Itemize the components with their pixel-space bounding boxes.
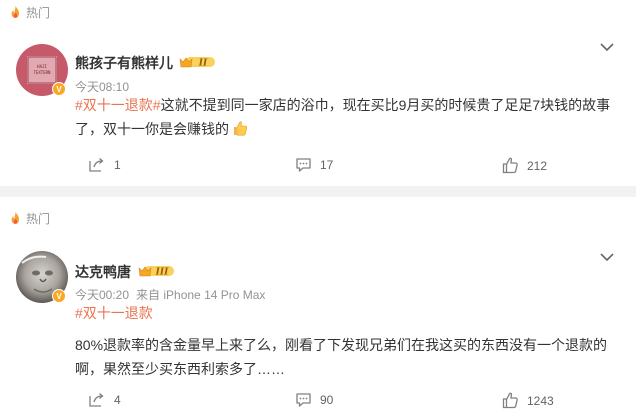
repost-count: 4 xyxy=(114,393,121,407)
avatar-text-line2: TEXTERN xyxy=(34,70,51,75)
comment-count: 90 xyxy=(320,393,334,407)
comment-icon xyxy=(296,158,311,172)
avatar-text-line1: HAJI xyxy=(37,64,47,69)
post-time[interactable]: 今天08:10 xyxy=(75,80,129,94)
like-icon xyxy=(502,157,518,174)
repost-button[interactable]: 1 xyxy=(88,157,121,173)
hot-label: 热门 xyxy=(26,5,51,20)
verified-badge: V xyxy=(52,289,66,303)
comment-icon xyxy=(296,393,311,407)
username[interactable]: 熊孩子有熊样儿 xyxy=(75,53,173,73)
level-badge-icon: II xyxy=(179,57,215,69)
post-body: 80%退款率的含金量早上来了么，刚看了下发现兄弟们在我这买的东西没有一个退款的啊… xyxy=(75,337,608,377)
post-card: 热门 V 达克鸭唐 III 今天00:20 来自 iPhone 14 Pro M… xyxy=(0,197,636,420)
verified-badge: V xyxy=(52,82,66,96)
like-icon xyxy=(502,392,518,409)
hot-tag: 热门 xyxy=(8,2,50,22)
post-text: #双十一退款 80%退款率的含金量早上来了么，刚看了下发现兄弟们在我这买的东西没… xyxy=(75,301,620,381)
comment-count: 17 xyxy=(320,158,334,172)
comment-button[interactable]: 17 xyxy=(295,157,333,173)
thumbs-up-emoji-icon xyxy=(232,120,248,144)
post-card: 热门 HAJI TEXTERN V 熊孩子有熊样儿 II 今天08:10 #双十… xyxy=(0,0,636,186)
level-badge-icon: III xyxy=(138,266,174,278)
like-count: 212 xyxy=(527,158,548,173)
topic-link[interactable]: #双十一退款 xyxy=(75,305,153,321)
post-time[interactable]: 今天00:20 xyxy=(75,288,129,302)
flame-icon xyxy=(8,211,22,225)
topic-link[interactable]: #双十一退款# xyxy=(75,97,161,113)
level-text: II xyxy=(198,59,208,69)
action-bar: 1 17 212 xyxy=(0,157,636,177)
post-text: #双十一退款#这就不提到同一家店的浴巾，现在买比9月买的时候贵了足足7块钱的故事… xyxy=(75,93,620,144)
hot-label: 热门 xyxy=(26,211,51,226)
level-text: III xyxy=(155,268,169,278)
repost-button[interactable]: 4 xyxy=(88,392,121,408)
username[interactable]: 达克鸭唐 xyxy=(75,262,131,282)
comment-button[interactable]: 90 xyxy=(295,392,333,408)
like-button[interactable]: 212 xyxy=(502,157,547,174)
repost-count: 1 xyxy=(114,158,121,172)
post-source: 来自 iPhone 14 Pro Max xyxy=(136,288,266,302)
chevron-down-icon[interactable] xyxy=(600,43,614,52)
action-bar: 4 90 1243 xyxy=(0,392,636,412)
like-button[interactable]: 1243 xyxy=(502,392,554,409)
repost-icon xyxy=(89,393,104,407)
flame-icon xyxy=(8,5,22,19)
repost-icon xyxy=(89,158,104,172)
chevron-down-icon[interactable] xyxy=(600,253,614,262)
like-count: 1243 xyxy=(527,393,554,408)
hot-tag: 热门 xyxy=(8,208,50,228)
